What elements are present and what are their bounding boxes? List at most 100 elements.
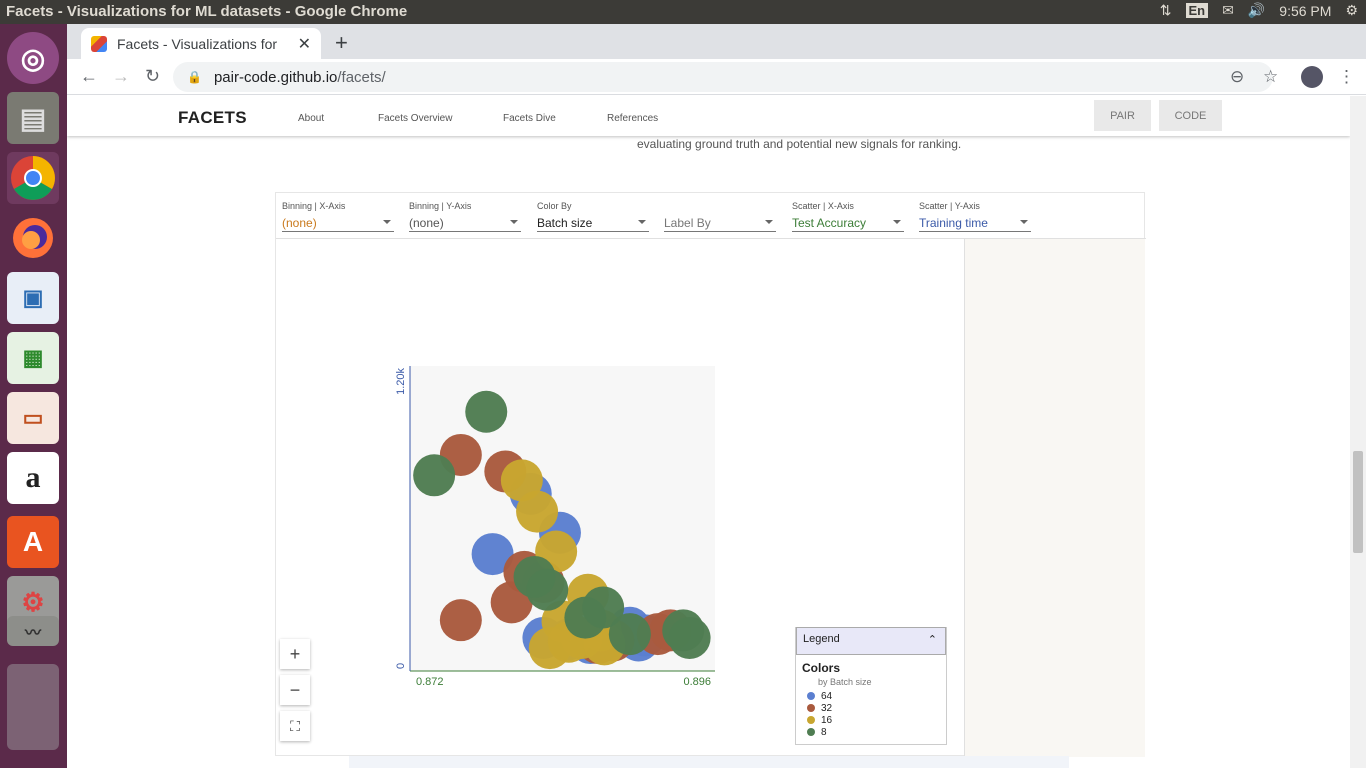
launcher: ◎ ▤ ▣ ▦ ▭ a A ⚙ 〰 [0, 24, 67, 768]
site-brand[interactable]: FACETS [178, 108, 247, 128]
fit-view-button[interactable]: ⛶ [280, 711, 310, 741]
settings-gear-icon[interactable]: ⚙ [1345, 2, 1358, 19]
nav-references[interactable]: References [607, 113, 658, 124]
new-tab-icon[interactable]: + [335, 30, 348, 56]
reload-icon[interactable]: ↻ [145, 66, 160, 87]
page-scrollbar[interactable] [1350, 96, 1366, 768]
label-by-select[interactable]: Label By [664, 213, 776, 232]
legend-header[interactable]: Legend ⌃ [796, 627, 946, 655]
forward-arrow-icon[interactable]: → [112, 66, 130, 87]
binning-y-label: Binning | Y-Axis [409, 201, 472, 211]
menu-kebab-icon[interactable]: ⋮ [1338, 67, 1355, 87]
network-icon[interactable]: ⇅ [1160, 2, 1172, 19]
keyboard-layout-indicator[interactable]: En [1185, 3, 1209, 18]
legend-entry: 16 [807, 714, 946, 726]
scatter-chart[interactable]: 0.872 0.896 0 1.20k [386, 358, 736, 718]
binning-x-label: Binning | X-Axis [282, 201, 346, 211]
legend-swatch [807, 728, 815, 736]
browser-tab-strip: Facets - Visualizations for ✕ + [67, 24, 1366, 59]
x-tick-label: 0.896 [683, 676, 711, 688]
chevron-down-icon [638, 220, 646, 224]
legend-panel: Legend ⌃ Colors by Batch size 64 32 16 8 [795, 627, 947, 745]
mail-icon[interactable]: ✉ [1222, 2, 1234, 19]
system-monitor-icon[interactable]: 〰 [7, 616, 59, 646]
libreoffice-draw-icon[interactable]: ▣ [7, 272, 59, 324]
window-title: Facets - Visualizations for ML datasets … [6, 3, 408, 20]
scatter-x-value: Test Accuracy [792, 216, 867, 230]
nav-facets-overview[interactable]: Facets Overview [378, 113, 452, 124]
data-point[interactable] [668, 616, 711, 659]
chevron-down-icon [510, 220, 518, 224]
profile-avatar[interactable] [1301, 66, 1323, 88]
chevron-down-icon [765, 220, 773, 224]
code-button[interactable]: CODE [1159, 100, 1222, 131]
legend-header-label: Legend [803, 633, 840, 645]
binning-y-select[interactable]: (none) [409, 213, 521, 232]
facets-favicon-icon [91, 35, 107, 52]
binning-x-control[interactable]: Binning | X-Axis (none) [282, 201, 394, 232]
scatter-y-value: Training time [919, 216, 988, 230]
trash-icon[interactable] [7, 664, 59, 750]
zoom-in-button[interactable]: + [280, 639, 310, 669]
back-arrow-icon[interactable]: ← [80, 66, 98, 87]
zoom-out-button[interactable]: − [280, 675, 310, 705]
nav-about[interactable]: About [298, 113, 324, 124]
scatter-x-control[interactable]: Scatter | X-Axis Test Accuracy [792, 201, 904, 232]
legend-swatch [807, 692, 815, 700]
color-by-control[interactable]: Color By Batch size [537, 201, 649, 232]
legend-entry-label: 64 [821, 690, 833, 702]
libreoffice-calc-icon[interactable]: ▦ [7, 332, 59, 384]
data-point[interactable] [608, 613, 651, 656]
files-icon[interactable]: ▤ [7, 92, 59, 144]
libreoffice-impress-icon[interactable]: ▭ [7, 392, 59, 444]
y-tick-label: 1.20k [395, 368, 407, 395]
tab-title: Facets - Visualizations for [117, 35, 278, 52]
clock[interactable]: 9:56 PM [1279, 3, 1331, 19]
data-point[interactable] [439, 599, 482, 642]
lock-icon[interactable]: 🔒 [187, 70, 202, 84]
label-by-label [664, 201, 776, 213]
chrome-icon[interactable] [7, 152, 59, 204]
chevron-down-icon [1020, 220, 1028, 224]
label-by-control[interactable]: Label By [664, 201, 776, 232]
system-top-bar: Facets - Visualizations for ML datasets … [0, 0, 1366, 24]
web-page: FACETS About Facets Overview Facets Dive… [67, 96, 1350, 768]
url-host: pair-code.github.io [213, 68, 338, 86]
color-by-select[interactable]: Batch size [537, 213, 649, 232]
scatter-x-label: Scatter | X-Axis [792, 201, 854, 211]
data-point[interactable] [465, 390, 508, 433]
description-text: evaluating ground truth and potential ne… [637, 137, 962, 151]
binning-x-select[interactable]: (none) [282, 213, 394, 232]
binning-y-value: (none) [409, 216, 444, 230]
volume-icon[interactable]: 🔊 [1248, 2, 1265, 19]
pair-button[interactable]: PAIR [1094, 100, 1151, 131]
amazon-icon[interactable]: a [7, 452, 59, 504]
close-tab-icon[interactable]: ✕ [298, 34, 311, 54]
color-by-value: Batch size [537, 216, 593, 230]
firefox-icon[interactable] [7, 212, 59, 264]
bookmark-star-icon[interactable]: ☆ [1263, 67, 1278, 87]
system-tray: ⇅ En ✉ 🔊 9:56 PM ⚙ [1160, 2, 1358, 19]
data-point[interactable] [413, 454, 456, 497]
scatter-y-select[interactable]: Training time [919, 213, 1031, 232]
zoom-icon[interactable]: ⊖ [1230, 67, 1244, 87]
data-point[interactable] [526, 568, 569, 611]
page-footer-strip [349, 756, 1069, 768]
legend-entry-label: 8 [821, 726, 827, 738]
scatter-x-select[interactable]: Test Accuracy [792, 213, 904, 232]
legend-swatch [807, 704, 815, 712]
scatter-y-control[interactable]: Scatter | Y-Axis Training time [919, 201, 1031, 232]
collapse-chevron-icon[interactable]: ⌃ [928, 633, 937, 646]
legend-title: Colors [802, 661, 841, 675]
binning-y-control[interactable]: Binning | Y-Axis (none) [409, 201, 521, 232]
software-center-icon[interactable]: A [7, 516, 59, 568]
legend-entry: 32 [807, 702, 946, 714]
ubuntu-dash-icon[interactable]: ◎ [7, 32, 59, 84]
address-bar[interactable]: 🔒 pair-code.github.io/facets/ [173, 62, 1273, 92]
browser-tab[interactable]: Facets - Visualizations for ✕ [81, 28, 321, 59]
color-by-label: Color By [537, 201, 572, 211]
nav-facets-dive[interactable]: Facets Dive [503, 113, 556, 124]
scrollbar-thumb[interactable] [1353, 451, 1363, 553]
browser-toolbar: ← → ↻ 🔒 pair-code.github.io/facets/ ⊖ ☆ … [67, 59, 1366, 95]
data-point[interactable] [516, 490, 559, 533]
